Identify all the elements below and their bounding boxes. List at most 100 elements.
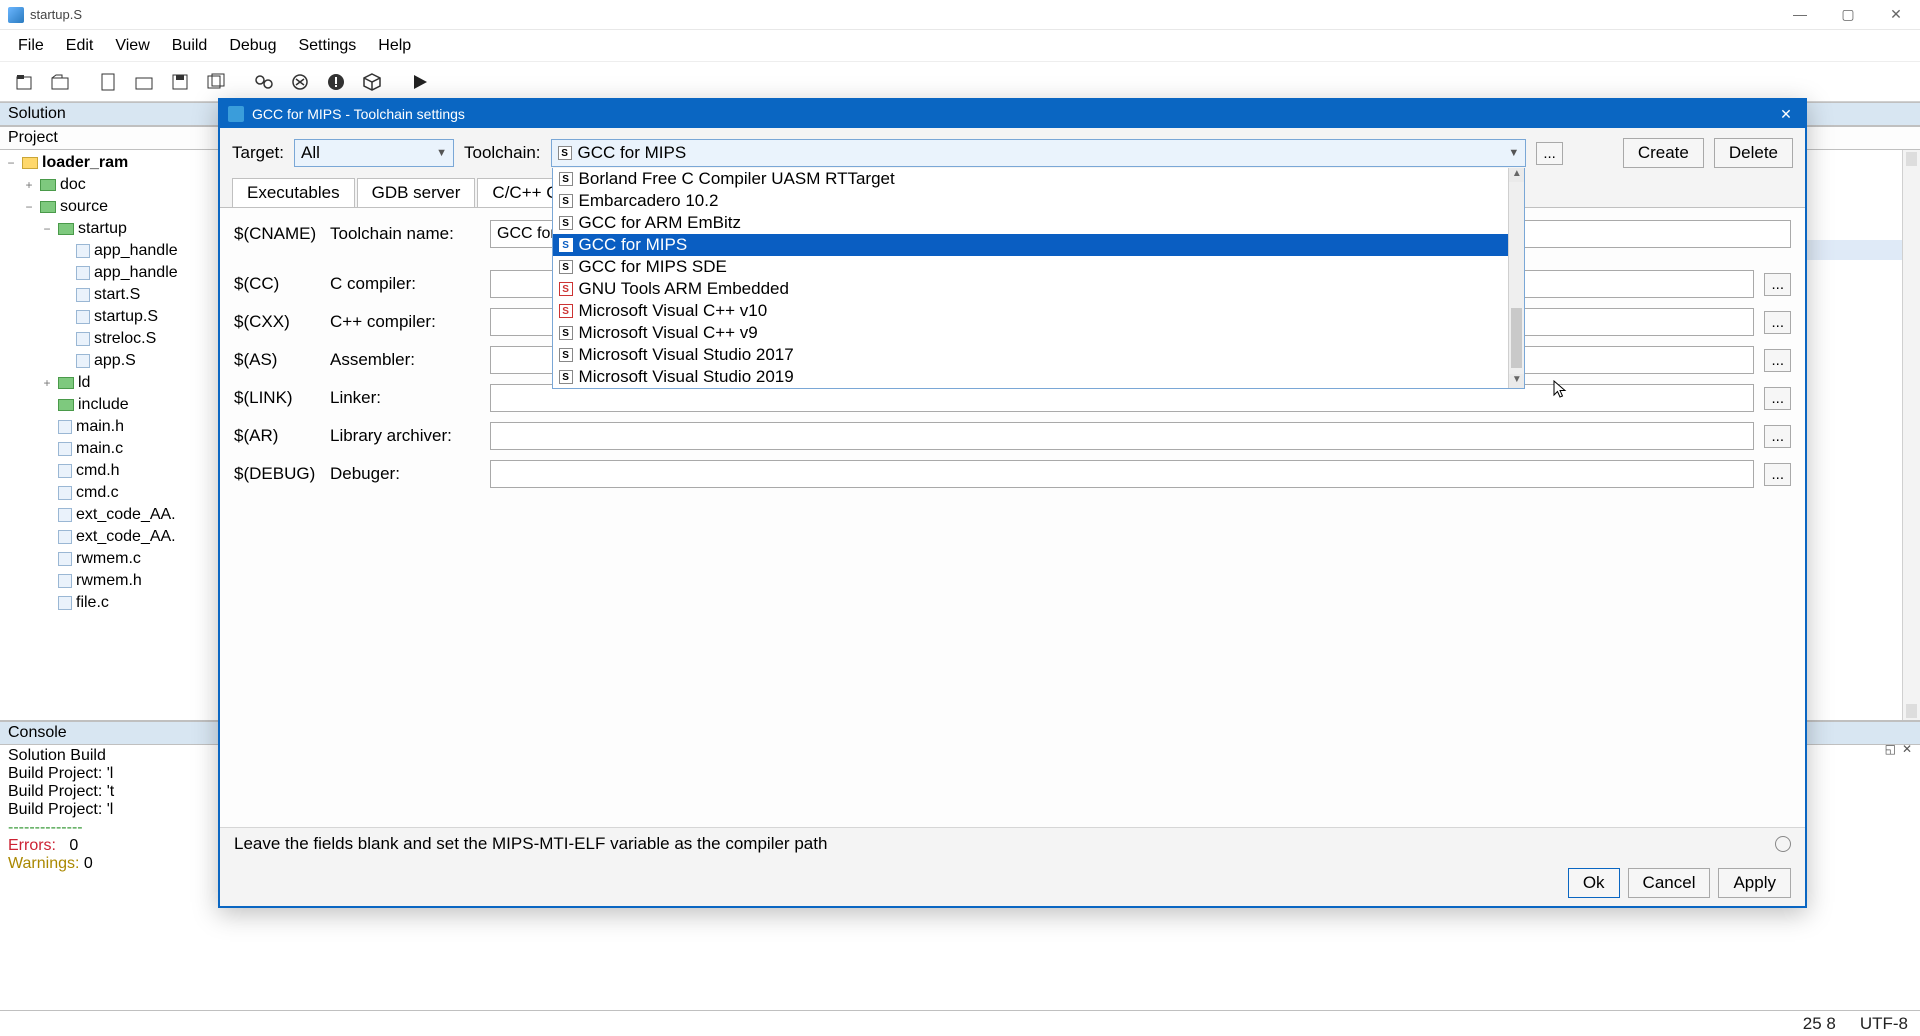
tool-build-icon[interactable] [248, 66, 280, 98]
tree-file[interactable]: ext_code_AA. [4, 504, 215, 526]
target-combo[interactable]: All ▼ [294, 139, 454, 167]
tree-file[interactable]: main.h [4, 416, 215, 438]
tool-new-project-icon[interactable] [8, 66, 40, 98]
tree-startup[interactable]: −startup [4, 218, 215, 240]
browse-button[interactable]: ... [1764, 273, 1791, 296]
var-label: $(CXX) [234, 312, 320, 332]
toolchain-option[interactable]: SGCC for MIPS [553, 234, 1509, 256]
browse-button[interactable]: ... [1764, 311, 1791, 334]
cancel-button[interactable]: Cancel [1628, 868, 1711, 898]
tree-file[interactable]: rwmem.c [4, 548, 215, 570]
menu-help[interactable]: Help [368, 33, 421, 59]
scroll-down-icon[interactable]: ▼ [1509, 374, 1524, 388]
toolchain-browse-button[interactable]: ... [1536, 142, 1563, 165]
tab-gdb-server[interactable]: GDB server [357, 178, 476, 207]
browse-button[interactable]: ... [1764, 463, 1791, 486]
toolchain-option[interactable]: SMicrosoft Visual Studio 2017 [553, 344, 1509, 366]
tree-file[interactable]: rwmem.h [4, 570, 215, 592]
toolchain-option[interactable]: SGCC for MIPS SDE [553, 256, 1509, 278]
dialog-close-icon[interactable]: ✕ [1775, 106, 1797, 123]
menu-view[interactable]: View [105, 33, 159, 59]
tree-file[interactable]: streloc.S [4, 328, 215, 350]
tree-root[interactable]: −loader_ram [4, 152, 215, 174]
menu-edit[interactable]: Edit [56, 33, 104, 59]
browse-button[interactable]: ... [1764, 349, 1791, 372]
tool-save-all-icon[interactable] [200, 66, 232, 98]
menu-settings[interactable]: Settings [288, 33, 366, 59]
tool-new-file-icon[interactable] [92, 66, 124, 98]
editor-scrollbar[interactable] [1902, 150, 1920, 720]
maximize-button[interactable]: ▢ [1836, 6, 1860, 23]
dialog-hint: Leave the fields blank and set the MIPS-… [234, 834, 827, 854]
tool-rebuild-icon[interactable] [284, 66, 316, 98]
tree-file[interactable]: ext_code_AA. [4, 526, 215, 548]
toolchain-item-icon: S [559, 260, 573, 274]
tool-open-project-icon[interactable] [44, 66, 76, 98]
tree-file[interactable]: app_handle [4, 262, 215, 284]
tree-doc[interactable]: +doc [4, 174, 215, 196]
tab-executables[interactable]: Executables [232, 178, 355, 207]
toolchain-option-label: Microsoft Visual Studio 2019 [579, 367, 794, 387]
toolchain-option[interactable]: SMicrosoft Visual C++ v10 [553, 300, 1509, 322]
tree-file[interactable]: app_handle [4, 240, 215, 262]
target-value: All [301, 143, 320, 163]
console-restore-icon[interactable]: ◱ [1885, 742, 1896, 756]
tool-run-icon[interactable] [404, 66, 436, 98]
tree-file[interactable]: cmd.c [4, 482, 215, 504]
tool-open-file-icon[interactable] [128, 66, 160, 98]
tree-source[interactable]: −source [4, 196, 215, 218]
toolchain-combo[interactable]: S GCC for MIPS ▼ SBorland Free C Compile… [551, 139, 1527, 167]
field-label: Linker: [330, 388, 480, 408]
cname-var: $(CNAME) [234, 224, 320, 244]
var-label: $(DEBUG) [234, 464, 320, 484]
toolchain-item-icon: S [559, 172, 573, 186]
close-button[interactable]: ✕ [1884, 6, 1908, 23]
tree-file[interactable]: main.c [4, 438, 215, 460]
ok-button[interactable]: Ok [1568, 868, 1620, 898]
tool-save-icon[interactable] [164, 66, 196, 98]
console-close-icon[interactable]: ✕ [1902, 742, 1912, 756]
dropdown-scrollbar[interactable]: ▲ ▼ [1508, 168, 1524, 388]
browse-button[interactable]: ... [1764, 425, 1791, 448]
toolchain-option[interactable]: SMicrosoft Visual C++ v9 [553, 322, 1509, 344]
tree-file[interactable]: app.S [4, 350, 215, 372]
toolbar [0, 62, 1920, 102]
tree-file[interactable]: file.c [4, 592, 215, 614]
create-button[interactable]: Create [1623, 138, 1704, 168]
delete-button[interactable]: Delete [1714, 138, 1793, 168]
menu-file[interactable]: File [8, 33, 54, 59]
dialog-titlebar[interactable]: GCC for MIPS - Toolchain settings ✕ [220, 100, 1805, 128]
tree-ld[interactable]: +ld [4, 372, 215, 394]
tree-include[interactable]: include [4, 394, 215, 416]
scroll-thumb[interactable] [1511, 308, 1522, 368]
menu-debug[interactable]: Debug [219, 33, 286, 59]
path-input[interactable] [490, 460, 1754, 488]
tool-stop-build-icon[interactable] [320, 66, 352, 98]
minimize-button[interactable]: — [1788, 6, 1812, 23]
path-input[interactable] [490, 422, 1754, 450]
toolchain-dropdown[interactable]: SBorland Free C Compiler UASM RTTargetSE… [552, 168, 1526, 389]
toolchain-option[interactable]: SEmbarcadero 10.2 [553, 190, 1509, 212]
menu-build[interactable]: Build [162, 33, 218, 59]
tree-file[interactable]: cmd.h [4, 460, 215, 482]
toolchain-option[interactable]: SBorland Free C Compiler UASM RTTarget [553, 168, 1509, 190]
field-label: C compiler: [330, 274, 480, 294]
toolchain-option[interactable]: S Microsoft Visual Studio 2019 [553, 366, 1509, 388]
toolchain-option-label: Microsoft Visual C++ v9 [579, 323, 758, 343]
scroll-up-icon[interactable]: ▲ [1509, 168, 1524, 182]
tree-file[interactable]: startup.S [4, 306, 215, 328]
toolchain-item-icon: S [559, 194, 573, 208]
app-icon [8, 7, 24, 23]
var-label: $(CC) [234, 274, 320, 294]
toolchain-option[interactable]: SGCC for ARM EmBitz [553, 212, 1509, 234]
tree-file[interactable]: start.S [4, 284, 215, 306]
tool-package-icon[interactable] [356, 66, 388, 98]
browse-button[interactable]: ... [1764, 387, 1791, 410]
status-encoding: UTF-8 [1860, 1014, 1908, 1034]
var-label: $(AR) [234, 426, 320, 446]
toolchain-item-icon: S [559, 370, 573, 384]
toolchain-option-label: Microsoft Visual C++ v10 [579, 301, 768, 321]
globe-icon[interactable] [1775, 836, 1791, 852]
apply-button[interactable]: Apply [1718, 868, 1791, 898]
toolchain-option[interactable]: SGNU Tools ARM Embedded [553, 278, 1509, 300]
